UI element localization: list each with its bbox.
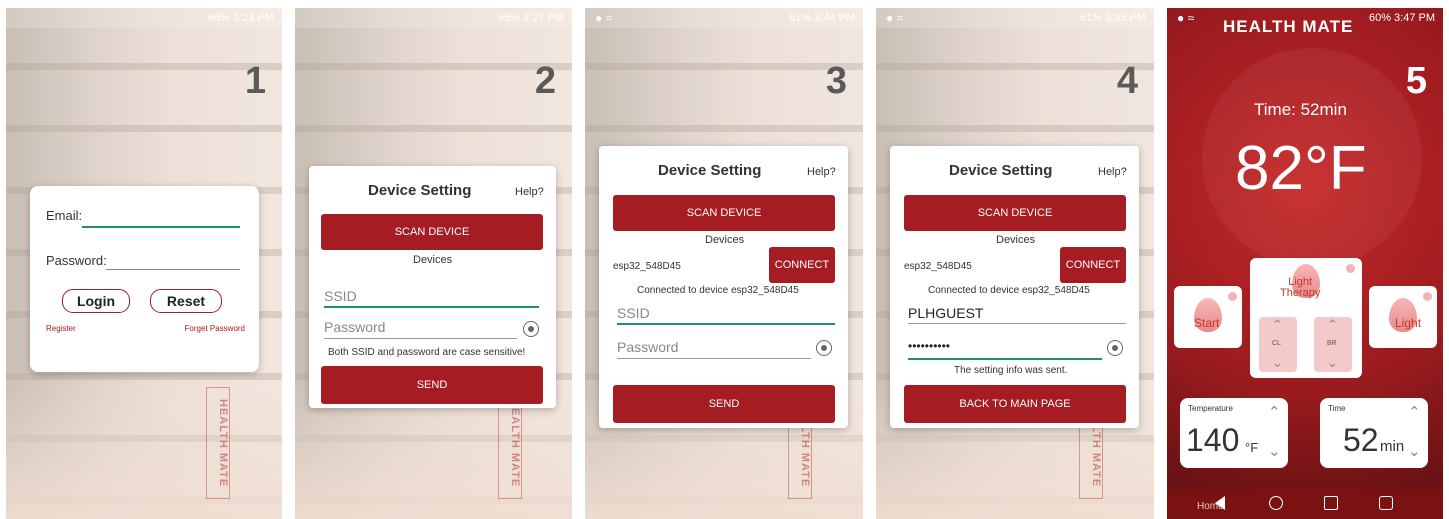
cl-control: ⌃ CL ⌄ xyxy=(1259,317,1297,372)
help-link[interactable]: Help? xyxy=(515,186,544,198)
scan-device-button[interactable]: SCAN DEVICE xyxy=(904,195,1126,231)
step-number: 5 xyxy=(1405,60,1427,102)
cl-label: CL xyxy=(1272,340,1281,347)
step-number: 4 xyxy=(1116,60,1138,102)
ssid-input[interactable]: PLHGUEST xyxy=(908,305,983,321)
panel-2-device-setting: HEALTH MATE 65% 3:27 PM 2 Device Setting… xyxy=(295,8,572,519)
login-button[interactable]: Login xyxy=(62,289,130,313)
temperature-up-icon[interactable]: ⌃ xyxy=(1268,403,1281,421)
connect-button[interactable]: CONNECT xyxy=(769,247,835,283)
temperature-value: 140 xyxy=(1186,422,1240,458)
send-button[interactable]: SEND xyxy=(613,385,835,423)
status-bar: ● ≈61% 3:44 PM xyxy=(585,8,863,28)
navigation-bar: Home xyxy=(1167,489,1443,519)
send-button[interactable]: SEND xyxy=(321,366,543,404)
sent-confirmation: The setting info was sent. xyxy=(954,365,1068,376)
start-tile[interactable]: Start xyxy=(1174,286,1242,348)
recents-icon[interactable] xyxy=(1324,496,1338,510)
connect-button[interactable]: CONNECT xyxy=(1060,247,1126,283)
panel-5-main-page: ● ≈60% 3:47 PM HEALTH MATE 5 Time: 52min… xyxy=(1167,8,1443,519)
show-password-icon[interactable] xyxy=(523,321,539,337)
reset-button[interactable]: Reset xyxy=(150,289,222,313)
device-setting-card: Device Setting Help? SCAN DEVICE Devices… xyxy=(599,146,848,428)
email-field[interactable] xyxy=(82,204,240,228)
card-title: Device Setting xyxy=(658,162,762,179)
status-bar: 65% 3:27 PM xyxy=(295,8,572,28)
expand-icon[interactable] xyxy=(1379,496,1393,510)
forget-password-link[interactable]: Forget Password xyxy=(185,324,245,333)
devices-label: Devices xyxy=(705,234,745,246)
chevron-up-icon[interactable]: ⌃ xyxy=(1327,317,1338,333)
time-value: 52 xyxy=(1343,422,1379,458)
show-password-icon[interactable] xyxy=(1107,340,1123,356)
device-name: esp32_548D45 xyxy=(613,261,681,272)
scan-device-button[interactable]: SCAN DEVICE xyxy=(321,214,543,250)
case-sensitive-note: Both SSID and password are case sensitiv… xyxy=(328,347,526,358)
password-field[interactable] xyxy=(106,249,240,270)
panel-4-device-setting: HEALTH MATE ● ≈61% 3:45 PM 4 Device Sett… xyxy=(876,8,1154,519)
devices-label: Devices xyxy=(413,254,453,266)
login-card: Email: Password: Login Reset Register Fo… xyxy=(30,186,259,372)
back-icon[interactable] xyxy=(1215,496,1225,510)
chevron-down-icon[interactable]: ⌄ xyxy=(1327,355,1338,371)
ssid-input[interactable]: SSID xyxy=(324,288,357,304)
email-label: Email: xyxy=(46,208,83,223)
device-setting-card: Device Setting Help? SCAN DEVICE Devices… xyxy=(309,166,556,408)
location-wifi-icon: ● ≈ xyxy=(886,11,904,25)
password-input[interactable]: •••••••••• xyxy=(908,339,950,353)
location-wifi-icon: ● ≈ xyxy=(1177,11,1195,25)
chevron-down-icon[interactable]: ⌄ xyxy=(1272,355,1283,371)
time-remaining: Time: 52min xyxy=(1254,100,1347,119)
location-wifi-icon: ● ≈ xyxy=(595,11,613,25)
card-title: Device Setting xyxy=(949,162,1053,179)
help-link[interactable]: Help? xyxy=(807,166,836,178)
device-name: esp32_548D45 xyxy=(904,261,972,272)
chevron-up-icon[interactable]: ⌃ xyxy=(1272,317,1283,333)
temperature-down-icon[interactable]: ⌄ xyxy=(1268,442,1281,460)
time-down-icon[interactable]: ⌄ xyxy=(1408,442,1421,460)
current-temperature: 82°F xyxy=(1235,134,1367,203)
br-label: BR xyxy=(1327,340,1337,347)
light-therapy-tile: Light Therapy ⌃ CL ⌄ ⌃ BR ⌄ xyxy=(1250,258,1362,378)
health-mate-badge: HEALTH MATE xyxy=(206,387,230,499)
ssid-input[interactable]: SSID xyxy=(617,305,650,321)
time-up-icon[interactable]: ⌃ xyxy=(1408,403,1421,421)
temperature-unit: °F xyxy=(1245,440,1259,455)
devices-label: Devices xyxy=(996,234,1036,246)
device-setting-card: Device Setting Help? SCAN DEVICE Devices… xyxy=(890,146,1139,428)
light-label: Light xyxy=(1395,316,1422,330)
card-title: Device Setting xyxy=(368,182,472,199)
temperature-label: Temperature xyxy=(1188,404,1233,413)
step-number: 3 xyxy=(825,60,847,102)
time-unit: min xyxy=(1380,438,1405,455)
time-box: Time ⌃ 52 min ⌄ xyxy=(1320,398,1428,468)
password-input[interactable]: Password xyxy=(617,339,678,355)
time-label: Time xyxy=(1328,404,1346,413)
home-circle-icon[interactable] xyxy=(1269,496,1283,510)
panel-1-login: HEALTH MATE 66% 3:23 PM 1 Email: Passwor… xyxy=(6,8,282,519)
panel-3-device-setting: HEALTH MATE ● ≈61% 3:44 PM 3 Device Sett… xyxy=(585,8,863,519)
connection-status: Connected to device esp32_548D45 xyxy=(637,285,799,296)
connection-status: Connected to device esp32_548D45 xyxy=(928,285,1090,296)
status-bar: ● ≈61% 3:45 PM xyxy=(876,8,1154,28)
brand-logo: HEALTH MATE xyxy=(1223,17,1354,36)
light-tile[interactable]: Light xyxy=(1369,286,1437,348)
light-therapy-label: Light Therapy xyxy=(1280,276,1321,299)
step-number: 1 xyxy=(244,60,266,102)
temperature-box: Temperature ⌃ 140 °F ⌄ xyxy=(1180,398,1288,468)
br-control: ⌃ BR ⌄ xyxy=(1314,317,1352,372)
help-link[interactable]: Help? xyxy=(1098,166,1127,178)
start-label: Start xyxy=(1194,316,1220,330)
step-number: 2 xyxy=(534,60,556,102)
password-input[interactable]: Password xyxy=(324,319,385,335)
status-bar: 66% 3:23 PM xyxy=(6,8,282,28)
scan-device-button[interactable]: SCAN DEVICE xyxy=(613,195,835,231)
password-label: Password: xyxy=(46,253,107,268)
back-to-main-button[interactable]: BACK TO MAIN PAGE xyxy=(904,385,1126,423)
show-password-icon[interactable] xyxy=(816,340,832,356)
register-link[interactable]: Register xyxy=(46,324,76,333)
